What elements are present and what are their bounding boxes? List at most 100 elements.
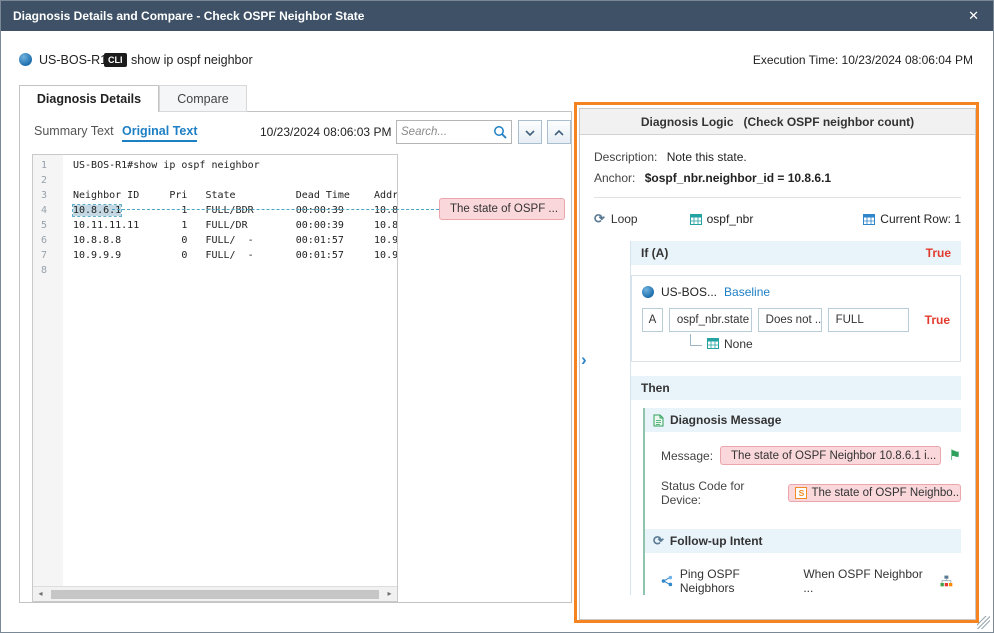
- search-box: [396, 120, 512, 144]
- line-number: 2: [33, 173, 63, 188]
- prev-match-button[interactable]: [547, 120, 571, 144]
- follow-up-intent-header: ⟳ Follow-up Intent: [645, 529, 961, 553]
- summary-text-link[interactable]: Summary Text: [34, 124, 114, 138]
- if-header: If (A) True: [631, 241, 961, 265]
- device-icon: [642, 286, 654, 298]
- none-label: None: [724, 337, 753, 351]
- code-line: 2: [33, 173, 397, 188]
- current-row-icon: [863, 214, 875, 225]
- next-match-button[interactable]: [518, 120, 542, 144]
- dialog-titlebar: Diagnosis Details and Compare - Check OS…: [1, 1, 993, 31]
- table-icon: [707, 338, 719, 349]
- line-text: Neighbor ID Pri State Dead Time Addre: [63, 188, 398, 203]
- chevron-up-icon: [554, 130, 564, 136]
- loop-icon: ⟳: [594, 211, 605, 227]
- condition-device-row: US-BOS... Baseline: [642, 285, 950, 299]
- condition-row: A ospf_nbr.state Does not ... FULL True: [642, 308, 950, 332]
- diagnosis-message-title: Diagnosis Message: [670, 413, 781, 427]
- condition-variable-box[interactable]: ospf_nbr.state: [669, 308, 752, 332]
- cli-command: show ip ospf neighbor: [131, 53, 253, 67]
- condition-id-box[interactable]: A: [642, 308, 663, 332]
- status-code-badge[interactable]: S The state of OSPF Neighbo...: [788, 484, 961, 502]
- horizontal-scrollbar[interactable]: ◂ ▸: [33, 586, 397, 601]
- tab-diagnosis-details[interactable]: Diagnosis Details: [19, 85, 159, 112]
- intent-row: Ping OSPF Neigbhors When OSPF Neighbor .…: [661, 567, 953, 595]
- scroll-left-icon[interactable]: ◂: [33, 587, 48, 601]
- chevron-down-icon: [525, 130, 535, 136]
- diagnosis-note-badge[interactable]: The state of OSPF ...: [439, 198, 565, 220]
- resize-handle[interactable]: [977, 616, 990, 629]
- anchor-value: $ospf_nbr.neighbor_id = 10.8.6.1: [645, 171, 831, 185]
- loop-row: ⟳ Loop ospf_nbr Current Row: 1: [594, 205, 961, 233]
- follow-up-icon: ⟳: [653, 533, 664, 549]
- message-badge[interactable]: The state of OSPF Neighbor 10.8.6.1 i...: [720, 446, 941, 465]
- code-line: 1 US-BOS-R1#show ip ospf neighbor: [33, 158, 397, 173]
- follow-up-title: Follow-up Intent: [670, 534, 763, 548]
- flag-icon[interactable]: ⚑: [948, 447, 961, 464]
- scrollbar-thumb[interactable]: [51, 590, 379, 599]
- then-header: Then: [631, 376, 961, 400]
- condition-card: US-BOS... Baseline A ospf_nbr.state Does…: [631, 275, 961, 362]
- execution-time: Execution Time: 10/23/2024 08:06:04 PM: [753, 53, 973, 67]
- message-doc-icon: [653, 414, 664, 427]
- logic-subtitle: (Check OSPF neighbor count): [744, 115, 915, 129]
- panel-collapse-icon[interactable]: ›: [581, 350, 587, 370]
- message-row: Message: The state of OSPF Neighbor 10.8…: [661, 446, 961, 465]
- line-number: 8: [33, 263, 63, 278]
- status-code-label: Status Code for Device:: [661, 479, 781, 507]
- condition-device-name: US-BOS...: [661, 285, 717, 299]
- intent-condition-group: When OSPF Neighbor ...: [803, 567, 953, 595]
- line-text: 10.8.6.1 1 FULL/BDR 00:00:39 10.8.: [63, 203, 398, 218]
- line-number: 4: [33, 203, 63, 218]
- original-text-link[interactable]: Original Text: [122, 124, 197, 142]
- code-line: 5 10.11.11.11 1 FULL/DR 00:00:39 10.8.: [33, 218, 397, 233]
- line-text: US-BOS-R1#show ip ospf neighbor: [63, 158, 260, 173]
- dialog-title: Diagnosis Details and Compare - Check OS…: [13, 1, 364, 31]
- current-row-indicator: Current Row: 1: [863, 212, 961, 226]
- capture-timestamp: 10/23/2024 08:06:03 PM: [260, 125, 391, 139]
- anchor-label: Anchor:: [594, 171, 635, 185]
- code-viewer[interactable]: 1 US-BOS-R1#show ip ospf neighbor 2 3 Ne…: [32, 154, 398, 602]
- diagnosis-dialog: Diagnosis Details and Compare - Check OS…: [0, 0, 994, 633]
- loop-variable[interactable]: ospf_nbr: [690, 212, 754, 226]
- anchor-row: Anchor: $ospf_nbr.neighbor_id = 10.8.6.1: [594, 171, 961, 185]
- intent-icon: [661, 575, 673, 587]
- line-text: 10.8.8.8 0 FULL/ - 00:01:57 10.99: [63, 233, 398, 248]
- condition-result: True: [925, 313, 950, 327]
- tab-compare[interactable]: Compare: [159, 85, 247, 112]
- then-body: Diagnosis Message Message: The state of …: [643, 408, 961, 595]
- search-icon[interactable]: [493, 125, 507, 139]
- line-number: 1: [33, 158, 63, 173]
- cli-badge: CLI: [104, 53, 127, 67]
- decision-tree-icon[interactable]: [940, 575, 953, 587]
- baseline-link[interactable]: Baseline: [724, 285, 770, 299]
- loop-variable-name: ospf_nbr: [707, 212, 754, 226]
- if-label: If (A): [641, 246, 668, 260]
- device-icon: [19, 53, 32, 66]
- intent-name[interactable]: Ping OSPF Neigbhors: [680, 567, 796, 595]
- code-line: 6 10.8.8.8 0 FULL/ - 00:01:57 10.99: [33, 233, 397, 248]
- line-text: 10.9.9.9 0 FULL/ - 00:01:57 10.99: [63, 248, 398, 263]
- highlighted-value[interactable]: 10.8.6.1: [73, 205, 121, 216]
- current-row-text: Current Row: 1: [880, 212, 961, 226]
- tree-elbow: [690, 334, 702, 346]
- line-number: 3: [33, 188, 63, 203]
- status-code-text: The state of OSPF Neighbo...: [811, 487, 961, 499]
- line-number: 7: [33, 248, 63, 263]
- logic-title: Diagnosis Logic: [641, 115, 734, 129]
- logic-panel-header: Diagnosis Logic (Check OSPF neighbor cou…: [580, 109, 975, 135]
- note-text: The state of OSPF ...: [450, 203, 558, 215]
- description-label: Description:: [594, 150, 657, 164]
- scroll-right-icon[interactable]: ▸: [382, 587, 397, 601]
- condition-operator-box[interactable]: Does not ...: [758, 308, 822, 332]
- device-name: US-BOS-R1: [39, 53, 107, 67]
- none-row: None: [690, 334, 950, 351]
- line-text-rest: 1 FULL/BDR 00:00:39 10.8.: [121, 205, 398, 216]
- close-icon[interactable]: ✕: [968, 1, 979, 31]
- code-line: 3 Neighbor ID Pri State Dead Time Addre: [33, 188, 397, 203]
- code-line-highlighted: 4 10.8.6.1 1 FULL/BDR 00:00:39 10.8.: [33, 203, 397, 218]
- search-input[interactable]: [401, 122, 491, 142]
- then-label: Then: [641, 381, 670, 395]
- condition-value-box[interactable]: FULL: [828, 308, 909, 332]
- code-line: 8: [33, 263, 397, 278]
